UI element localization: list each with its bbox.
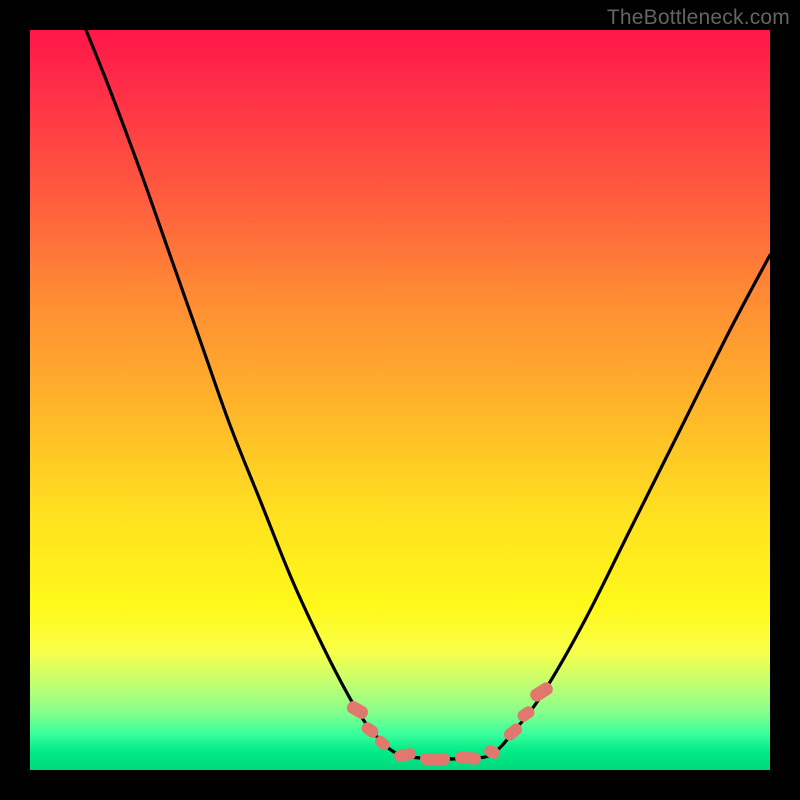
highlight-segment-6 xyxy=(482,743,502,761)
watermark-text: TheBottleneck.com xyxy=(607,6,790,30)
highlight-segment-5 xyxy=(455,751,482,765)
highlight-segments xyxy=(30,30,770,770)
highlight-segment-7 xyxy=(501,721,524,743)
highlight-segment-8 xyxy=(515,704,537,724)
highlight-segment-4 xyxy=(420,753,450,765)
highlight-segment-9 xyxy=(527,680,554,704)
highlight-segment-0 xyxy=(344,699,370,721)
plot-area xyxy=(30,30,770,770)
highlight-segment-3 xyxy=(393,747,417,763)
